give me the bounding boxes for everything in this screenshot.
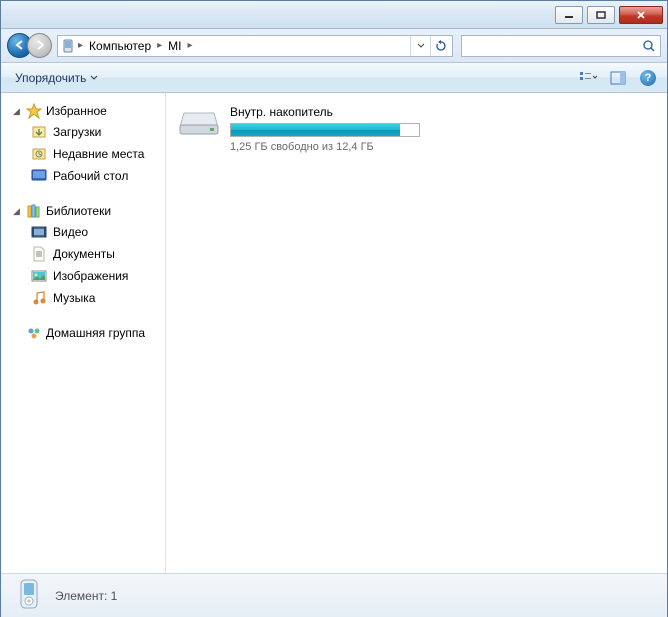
preview-pane-button[interactable] — [607, 67, 629, 89]
file-list-area[interactable]: Внутр. накопитель 1,25 ГБ свободно из 12… — [166, 93, 667, 573]
status-bar: Элемент: 1 — [1, 573, 667, 617]
close-button[interactable] — [619, 6, 663, 24]
arrow-right-icon — [34, 39, 46, 51]
sidebar-item-downloads[interactable]: Загрузки — [1, 121, 165, 143]
chevron-right-icon[interactable]: ▸ — [155, 40, 164, 51]
breadcrumb-mi[interactable]: MI — [164, 39, 185, 53]
sidebar-item-label: Загрузки — [53, 125, 101, 139]
star-icon — [26, 103, 42, 119]
refresh-icon — [435, 40, 447, 52]
libraries-group: ◢ Библиотеки Видео Документы Изображения… — [1, 201, 165, 309]
sidebar-item-pictures[interactable]: Изображения — [1, 265, 165, 287]
chevron-right-icon[interactable]: ▸ — [76, 40, 85, 51]
arrow-left-icon — [14, 39, 26, 51]
favorites-label: Избранное — [46, 104, 107, 118]
music-icon — [31, 290, 47, 306]
expand-icon: ▸ — [13, 328, 22, 339]
search-box[interactable] — [461, 35, 661, 57]
storage-free-text: 1,25 ГБ свободно из 12,4 ГБ — [230, 141, 430, 153]
help-button[interactable]: ? — [637, 67, 659, 89]
help-icon: ? — [640, 70, 656, 86]
address-bar[interactable]: ▸ Компьютер ▸ MI ▸ — [57, 35, 453, 57]
sidebar-item-videos[interactable]: Видео — [1, 221, 165, 243]
storage-item[interactable]: Внутр. накопитель 1,25 ГБ свободно из 12… — [174, 101, 659, 157]
content-area: ◢ Избранное Загрузки Недавние места Рабо… — [1, 93, 667, 573]
view-icon — [579, 71, 597, 85]
storage-info: Внутр. накопитель 1,25 ГБ свободно из 12… — [230, 105, 430, 153]
address-dropdown-button[interactable] — [410, 36, 430, 56]
documents-icon — [31, 246, 47, 262]
maximize-button[interactable] — [587, 6, 615, 24]
search-icon — [642, 39, 656, 53]
homegroup-header[interactable]: ▸ Домашняя группа — [1, 323, 165, 343]
refresh-button[interactable] — [430, 36, 450, 56]
view-options-button[interactable] — [577, 67, 599, 89]
favorites-group: ◢ Избранное Загрузки Недавние места Рабо… — [1, 101, 165, 187]
sidebar-item-label: Музыка — [53, 291, 95, 305]
organize-label: Упорядочить — [15, 71, 86, 85]
sidebar-item-desktop[interactable]: Рабочий стол — [1, 165, 165, 187]
favorites-header[interactable]: ◢ Избранное — [1, 101, 165, 121]
homegroup-label: Домашняя группа — [46, 326, 145, 340]
sidebar-item-label: Рабочий стол — [53, 169, 128, 183]
video-icon — [31, 224, 47, 240]
close-icon — [636, 11, 646, 19]
sidebar-item-music[interactable]: Музыка — [1, 287, 165, 309]
collapse-icon: ◢ — [13, 106, 22, 117]
forward-button[interactable] — [27, 33, 52, 58]
sidebar-item-label: Изображения — [53, 269, 128, 283]
homegroup-icon — [26, 325, 42, 341]
pictures-icon — [31, 268, 47, 284]
device-icon — [60, 38, 76, 54]
sidebar-item-label: Видео — [53, 225, 88, 239]
sidebar-item-label: Документы — [53, 247, 115, 261]
downloads-icon — [31, 124, 47, 140]
storage-name: Внутр. накопитель — [230, 105, 430, 119]
chevron-down-icon — [90, 75, 98, 81]
window-titlebar — [1, 1, 667, 29]
sidebar-item-documents[interactable]: Документы — [1, 243, 165, 265]
minimize-button[interactable] — [555, 6, 583, 24]
preview-pane-icon — [610, 71, 626, 85]
libraries-icon — [26, 203, 42, 219]
nav-buttons — [7, 33, 53, 59]
chevron-down-icon — [417, 43, 425, 49]
breadcrumb-computer[interactable]: Компьютер — [85, 39, 155, 53]
homegroup-group: ▸ Домашняя группа — [1, 323, 165, 343]
storage-bar — [230, 123, 420, 137]
collapse-icon: ◢ — [13, 206, 22, 217]
toolbar: Упорядочить ? — [1, 63, 667, 93]
maximize-icon — [596, 11, 606, 19]
sidebar-item-recent[interactable]: Недавние места — [1, 143, 165, 165]
desktop-icon — [31, 168, 47, 184]
device-large-icon — [13, 578, 45, 614]
storage-fill — [231, 124, 400, 136]
organize-button[interactable]: Упорядочить — [9, 69, 104, 87]
drive-icon — [178, 105, 220, 137]
chevron-right-icon[interactable]: ▸ — [186, 40, 195, 51]
libraries-header[interactable]: ◢ Библиотеки — [1, 201, 165, 221]
recent-icon — [31, 146, 47, 162]
libraries-label: Библиотеки — [46, 204, 111, 218]
navigation-pane: ◢ Избранное Загрузки Недавние места Рабо… — [1, 93, 166, 573]
sidebar-item-label: Недавние места — [53, 147, 144, 161]
minimize-icon — [564, 11, 574, 19]
address-bar-row: ▸ Компьютер ▸ MI ▸ — [1, 29, 667, 63]
status-text: Элемент: 1 — [55, 589, 117, 603]
